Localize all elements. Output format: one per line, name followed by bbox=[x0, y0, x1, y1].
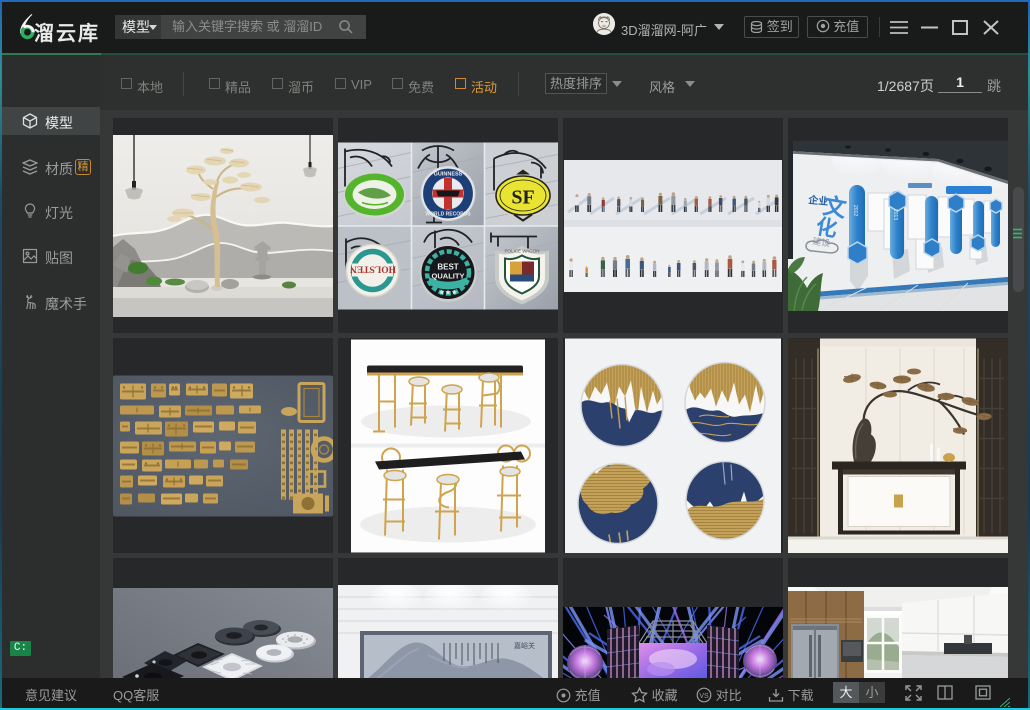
svg-text:嘉峪关: 嘉峪关 bbox=[514, 641, 535, 650]
svg-text:WORLD RECORDS: WORLD RECORDS bbox=[425, 211, 471, 217]
svg-text:2012: 2012 bbox=[852, 205, 858, 216]
svg-text:POLICE WAGON: POLICE WAGON bbox=[504, 248, 539, 253]
svg-text:2013: 2013 bbox=[892, 209, 898, 220]
svg-text:VS: VS bbox=[699, 693, 709, 700]
svg-text:HOLSTEN: HOLSTEN bbox=[350, 263, 396, 273]
svg-text:SF: SF bbox=[511, 186, 534, 208]
svg-text:QUALITY: QUALITY bbox=[432, 271, 465, 280]
svg-text:GUINNESS: GUINNESS bbox=[434, 171, 463, 177]
svg-text:BEST: BEST bbox=[437, 262, 458, 271]
svg-text:★★★: ★★★ bbox=[439, 288, 458, 296]
